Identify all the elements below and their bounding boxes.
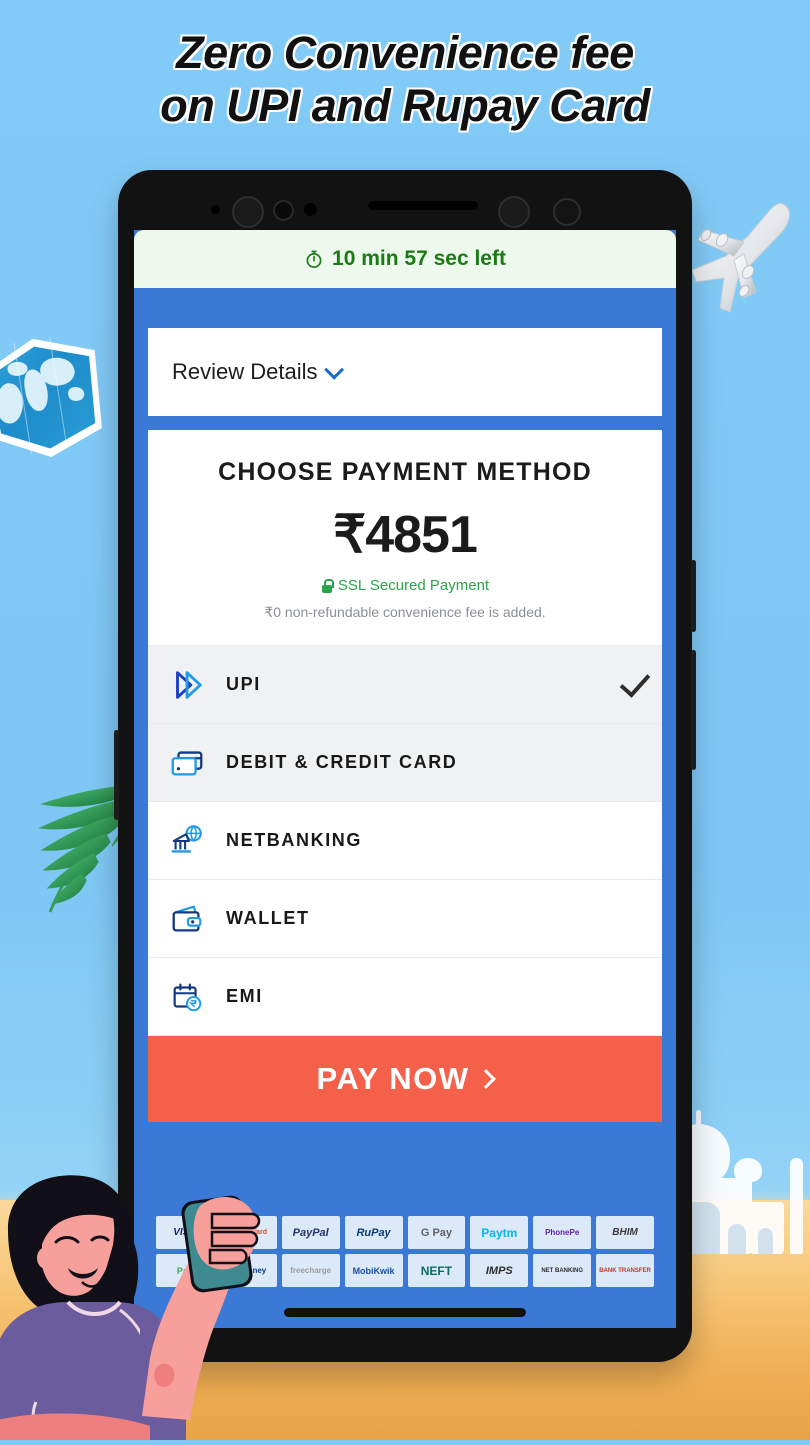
check-icon (608, 666, 662, 701)
world-map-icon (0, 321, 115, 469)
page-title: Zero Convenience fee on UPI and Rupay Ca… (0, 26, 810, 132)
payment-method-netbanking[interactable]: NETBANKING (148, 802, 662, 880)
payment-method-label: EMI (226, 986, 263, 1006)
convenience-fee-note: ₹0 non-refundable convenience fee is add… (264, 604, 546, 620)
logo-phonepe: PhonePe (533, 1216, 592, 1249)
woman-with-phone-illustration (0, 1170, 290, 1442)
credit-card-icon (148, 744, 226, 782)
ssl-text: SSL Secured Payment (337, 577, 490, 594)
logo-netbanking: NET BANKING (533, 1254, 592, 1287)
pay-now-button[interactable]: PAY NOW (148, 1036, 662, 1122)
phone-top-bezel (118, 170, 692, 232)
sensor-dot-icon (273, 200, 294, 221)
sensor-dot-icon (211, 205, 220, 214)
emi-calendar-icon (148, 978, 226, 1016)
logo-bank-transfer: BANK TRANSFER (596, 1254, 654, 1287)
netbanking-icon (148, 822, 226, 860)
payment-method-label: WALLET (226, 908, 310, 928)
headline-line-1: Zero Convenience fee (176, 27, 634, 78)
logo-freecharge: freecharge (281, 1254, 340, 1287)
logo-neft: NEFT (407, 1254, 466, 1287)
stopwatch-icon (304, 249, 324, 269)
chevron-right-icon (476, 1069, 497, 1089)
headline-line-2: on UPI and Rupay Card (160, 80, 650, 132)
logo-bhim: BHIM (596, 1216, 654, 1249)
phone-screen: 10 min 57 sec left Review Details CHOOSE… (134, 230, 676, 1328)
ssl-badge: SSL Secured Payment (148, 577, 662, 594)
logo-imps: IMPS (470, 1254, 529, 1287)
session-timer: 10 min 57 sec left (134, 230, 676, 288)
payment-method-upi[interactable]: UPI (148, 646, 662, 724)
logo-gpay: G Pay (407, 1216, 466, 1249)
payment-method-label: DEBIT & CREDIT CARD (226, 752, 458, 772)
pay-now-label: PAY NOW (316, 1061, 470, 1096)
logo-paytm: Paytm (470, 1216, 529, 1249)
payment-method-debit-credit-card[interactable]: DEBIT & CREDIT CARD (148, 724, 662, 802)
sensor-dot-icon (304, 203, 317, 216)
logo-mobikwik: MobiKwik (344, 1254, 403, 1287)
lock-icon (321, 578, 334, 593)
camera-ring-icon (553, 198, 581, 226)
chevron-down-icon[interactable] (323, 359, 344, 380)
front-camera-icon (232, 196, 264, 228)
payment-method-emi[interactable]: EMI (148, 958, 662, 1036)
review-details-label: Review Details (172, 359, 318, 384)
payment-method-wallet[interactable]: WALLET (148, 880, 662, 958)
payment-amount: ₹4851 (333, 506, 478, 564)
logo-paypal: PayPal (281, 1216, 340, 1249)
payment-method-label: UPI (226, 674, 261, 694)
payment-card: CHOOSE PAYMENT METHOD ₹4851 SSL Secured … (148, 430, 662, 1122)
wallet-icon (148, 900, 226, 938)
logo-rupay: RuPay (344, 1216, 403, 1249)
choose-payment-method-title: CHOOSE PAYMENT METHOD (218, 458, 592, 486)
payment-header: CHOOSE PAYMENT METHOD ₹4851 SSL Secured … (148, 430, 662, 646)
review-details-row[interactable]: Review Details (148, 328, 662, 416)
camera-ring-icon (498, 196, 530, 228)
timer-text: 10 min 57 sec left (332, 247, 506, 270)
payment-method-label: NETBANKING (226, 830, 362, 850)
airplane-icon (686, 196, 806, 322)
earpiece-speaker-icon (368, 201, 478, 210)
upi-icon (148, 666, 226, 704)
